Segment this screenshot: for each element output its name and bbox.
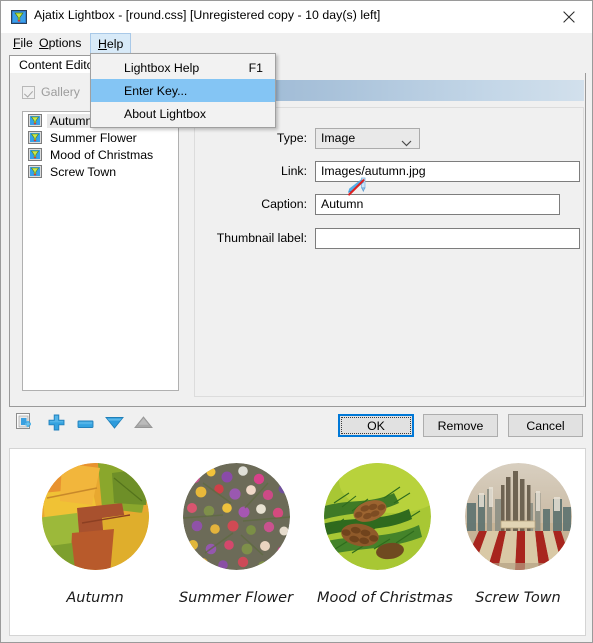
remove-button-label: Remove <box>437 418 484 433</box>
chevron-down-icon <box>401 136 412 150</box>
preview-thumbnail-caption: Mood of Christmas <box>317 590 453 606</box>
preview-thumbnail-caption: Autumn <box>66 590 124 606</box>
item-toolbar <box>1 413 592 441</box>
preview-thumbnail-caption: Summer Flower <box>178 590 294 606</box>
autumn-leaves-thumbnail <box>41 463 149 570</box>
preview-thumbnail[interactable]: Screw Town <box>458 463 578 606</box>
menu-item-lightbox-help[interactable]: Lightbox Help F1 <box>91 56 275 79</box>
menu-item-enter-key-label: Enter Key... <box>124 83 188 98</box>
add-item-button[interactable] <box>44 413 68 437</box>
list-item-label: Summer Flower <box>50 130 137 145</box>
edit-caption-disabled-icon[interactable] <box>345 176 367 198</box>
summer-flower-thumbnail <box>182 463 290 570</box>
gallery-item-list[interactable]: Autumn Summer Flower Mood of Christmas S… <box>22 111 179 391</box>
cancel-button[interactable]: Cancel <box>508 414 583 437</box>
tab-content-editor-label: Content Editor <box>19 58 98 72</box>
app-lightbox-icon <box>11 9 27 25</box>
image-item-icon <box>28 148 42 161</box>
ok-button[interactable]: OK <box>338 414 414 437</box>
move-down-button[interactable] <box>102 413 126 437</box>
list-item[interactable]: Screw Town <box>23 163 178 180</box>
image-item-icon <box>28 114 42 127</box>
thumbnail-label-input[interactable] <box>315 227 580 249</box>
application-window: Ajatix Lightbox - [round.css] [Unregiste… <box>0 0 593 643</box>
screw-town-city-thumbnail <box>464 463 572 570</box>
list-item[interactable]: Summer Flower <box>23 129 178 146</box>
menu-bar: File Options Help <box>1 33 592 53</box>
title-bar: Ajatix Lightbox - [round.css] [Unregiste… <box>1 1 592 33</box>
list-item-label: Mood of Christmas <box>50 147 154 162</box>
move-up-button[interactable] <box>131 413 155 437</box>
image-item-icon <box>28 165 42 178</box>
menu-help-rest: elp <box>106 36 124 51</box>
menu-item-enter-key[interactable]: Enter Key... <box>91 79 275 102</box>
thumbnail-label-label: Thumbnail label: <box>216 231 307 245</box>
type-select[interactable]: Image <box>315 127 420 150</box>
close-icon <box>563 10 575 23</box>
menu-item-about-lightbox[interactable]: About Lightbox <box>91 102 275 125</box>
field-row-link: Link: Images/autumn.jpg <box>195 160 583 182</box>
move-down-icon <box>104 416 124 434</box>
menu-item-lightbox-help-label: Lightbox Help <box>124 60 200 75</box>
ok-focus-ring <box>341 417 411 434</box>
remove-item-icon <box>77 416 94 434</box>
caption-input-value: Autumn <box>321 197 364 211</box>
new-gallery-button[interactable] <box>13 413 37 437</box>
move-up-icon <box>133 416 153 434</box>
gallery-checkbox[interactable]: Gallery <box>22 85 80 99</box>
menu-options-rest: ptions <box>48 36 82 50</box>
new-gallery-icon <box>15 413 35 437</box>
caption-label: Caption: <box>261 197 307 211</box>
preview-thumbnail[interactable]: Autumn <box>35 463 155 606</box>
preview-thumbnail[interactable]: Summer Flower <box>176 463 296 606</box>
field-row-caption: Caption: Autumn <box>195 193 583 215</box>
menu-file-rest: ile <box>20 36 33 50</box>
list-item[interactable]: Mood of Christmas <box>23 146 178 163</box>
gallery-checkbox-label: Gallery <box>41 85 80 99</box>
cancel-button-label: Cancel <box>526 418 565 433</box>
link-input-value: Images/autumn.jpg <box>321 164 426 178</box>
christmas-pinecone-thumbnail <box>323 463 431 570</box>
field-row-type: Type: Image <box>195 127 583 149</box>
add-item-icon <box>48 414 65 436</box>
type-select-value: Image <box>321 131 356 145</box>
remove-item-button[interactable] <box>73 413 97 437</box>
menu-options[interactable]: Options <box>32 33 88 53</box>
properties-form: Type: Image Link: Images/autumn.jpg Capt… <box>194 107 584 397</box>
preview-thumbnail-caption: Screw Town <box>475 590 561 606</box>
gallery-checkbox-box[interactable] <box>22 85 35 99</box>
help-dropdown-menu: Lightbox Help F1 Enter Key... About Ligh… <box>90 53 276 128</box>
menu-item-about-lightbox-label: About Lightbox <box>124 106 207 121</box>
remove-button[interactable]: Remove <box>423 414 498 437</box>
close-button[interactable] <box>546 1 592 32</box>
menu-item-lightbox-help-shortcut: F1 <box>248 60 263 75</box>
thumbnail-preview-strip: Autumn Summer Flower Mood of Christmas S… <box>9 448 586 636</box>
list-item-label: Autumn <box>47 113 96 128</box>
preview-thumbnail[interactable]: Mood of Christmas <box>317 463 453 606</box>
image-item-icon <box>28 131 42 144</box>
type-label: Type: <box>276 131 307 145</box>
link-label: Link: <box>281 164 307 178</box>
field-row-thumbnail-label: Thumbnail label: <box>195 227 583 249</box>
list-item-label: Screw Town <box>50 164 117 179</box>
window-title: Ajatix Lightbox - [round.css] [Unregiste… <box>34 8 381 22</box>
menu-help[interactable]: Help <box>90 33 132 53</box>
